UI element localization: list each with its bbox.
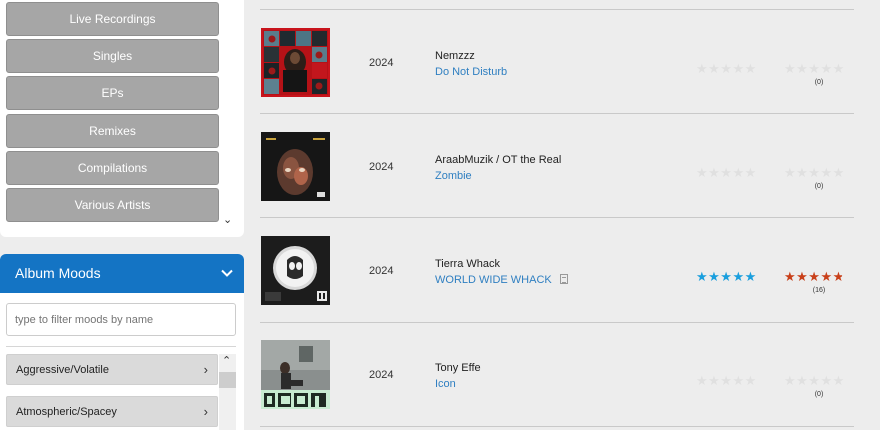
critic-rating-stars: ★★★★★★★★★★ bbox=[696, 270, 768, 284]
album-title-link[interactable]: Zombie bbox=[435, 170, 472, 182]
user-rating-stars[interactable]: ★★★★★★★★★★ bbox=[784, 62, 856, 76]
divider bbox=[6, 346, 236, 347]
album-artist-link[interactable]: Nemzzz bbox=[435, 50, 475, 62]
user-rating-count: (0) bbox=[814, 79, 824, 86]
album-year: 2024 bbox=[369, 57, 394, 69]
chevron-down-icon[interactable] bbox=[220, 266, 234, 280]
album-row: 2024 AraabMuzik / OT the Real Zombie ★★★… bbox=[260, 114, 854, 218]
moods-scrollbar[interactable]: ⌃ bbox=[219, 354, 236, 430]
album-artist-link[interactable]: AraabMuzik / OT the Real bbox=[435, 154, 561, 166]
user-rating-stars[interactable]: ★★★★★★★★★★ bbox=[784, 374, 856, 388]
album-year: 2024 bbox=[369, 265, 394, 277]
album-cover-image[interactable] bbox=[261, 28, 330, 97]
star-icon: ★★★★★ bbox=[696, 270, 757, 284]
critic-rating-stars: ★★★★★★★★★★ bbox=[696, 166, 768, 180]
review-document-icon[interactable] bbox=[559, 274, 568, 284]
album-cover-image[interactable] bbox=[261, 132, 330, 201]
album-moods-header[interactable]: Album Moods bbox=[0, 254, 244, 293]
album-title-link[interactable]: WORLD WIDE WHACK bbox=[435, 274, 568, 286]
scroll-up-arrow-icon[interactable]: ⌃ bbox=[222, 354, 231, 367]
album-cover-image[interactable] bbox=[261, 236, 330, 305]
star-icon: ★★★★★ bbox=[696, 61, 757, 76]
mood-item-atmospheric-spacey[interactable]: Atmospheric/Spacey › bbox=[6, 396, 218, 427]
album-cover-image[interactable] bbox=[261, 340, 330, 409]
row-divider bbox=[260, 426, 854, 427]
filter-various-artists-button[interactable]: Various Artists bbox=[6, 188, 219, 222]
mood-item-label: Aggressive/Volatile bbox=[16, 364, 109, 376]
star-icon: ★★★★★ bbox=[784, 373, 845, 388]
album-moods-title: Album Moods bbox=[15, 265, 101, 281]
album-artist-link[interactable]: Tony Effe bbox=[435, 362, 481, 374]
filter-remixes-button[interactable]: Remixes bbox=[6, 114, 219, 148]
chevron-right-icon: › bbox=[203, 404, 208, 419]
album-row: 2024 Tierra Whack WORLD WIDE WHACK ★★★★★… bbox=[260, 218, 854, 322]
user-rating-stars[interactable]: ★★★★★★★★★★ bbox=[784, 166, 856, 180]
album-row: 2024 Nemzzz Do Not Disturb ★★★★★★★★★★ ★★… bbox=[260, 10, 854, 114]
filter-compilations-button[interactable]: Compilations bbox=[6, 151, 219, 185]
critic-rating-stars: ★★★★★★★★★★ bbox=[696, 374, 768, 388]
mood-item-aggressive-volatile[interactable]: Aggressive/Volatile › bbox=[6, 354, 218, 385]
album-year: 2024 bbox=[369, 369, 394, 381]
star-icon: ★★★★★ bbox=[696, 165, 757, 180]
album-list: 2024 Nemzzz Do Not Disturb ★★★★★★★★★★ ★★… bbox=[260, 0, 854, 430]
album-title-link[interactable]: Do Not Disturb bbox=[435, 66, 507, 78]
user-rating-stars[interactable]: ★★★★★★★★★★ bbox=[784, 270, 856, 284]
star-icon: ★★★★★ bbox=[784, 61, 845, 76]
scrollbar-thumb[interactable] bbox=[219, 372, 236, 388]
filter-live-recordings-button[interactable]: Live Recordings bbox=[6, 2, 219, 36]
scroll-down-arrow-icon[interactable]: ⌄ bbox=[223, 213, 232, 226]
star-icon: ★★★★★ bbox=[696, 373, 757, 388]
mood-filter-input[interactable] bbox=[6, 303, 236, 336]
user-rating-count: (0) bbox=[814, 391, 824, 398]
album-year: 2024 bbox=[369, 161, 394, 173]
album-title-link[interactable]: Icon bbox=[435, 378, 456, 390]
star-icon: ★★★★★ bbox=[784, 165, 845, 180]
album-artist-link[interactable]: Tierra Whack bbox=[435, 258, 500, 270]
mood-item-label: Atmospheric/Spacey bbox=[16, 406, 117, 418]
star-icon: ★★★★★ bbox=[784, 270, 842, 284]
filter-eps-button[interactable]: EPs bbox=[6, 76, 219, 110]
album-title-text[interactable]: WORLD WIDE WHACK bbox=[435, 274, 552, 286]
user-rating-count: (0) bbox=[814, 183, 824, 190]
chevron-right-icon: › bbox=[203, 362, 208, 377]
album-row: 2024 Tony Effe Icon ★★★★★★★★★★ ★★★★★★★★★… bbox=[260, 322, 854, 426]
release-type-filter-card: Live Recordings Singles EPs Remixes Comp… bbox=[0, 0, 244, 237]
filter-scrollbar[interactable]: ⌄ bbox=[220, 0, 236, 226]
filter-singles-button[interactable]: Singles bbox=[6, 39, 219, 73]
user-rating-count: (16) bbox=[812, 287, 826, 294]
album-moods-panel: Album Moods Aggressive/Volatile › Atmosp… bbox=[0, 254, 244, 430]
critic-rating-stars: ★★★★★★★★★★ bbox=[696, 62, 768, 76]
sidebar: Live Recordings Singles EPs Remixes Comp… bbox=[0, 0, 244, 430]
